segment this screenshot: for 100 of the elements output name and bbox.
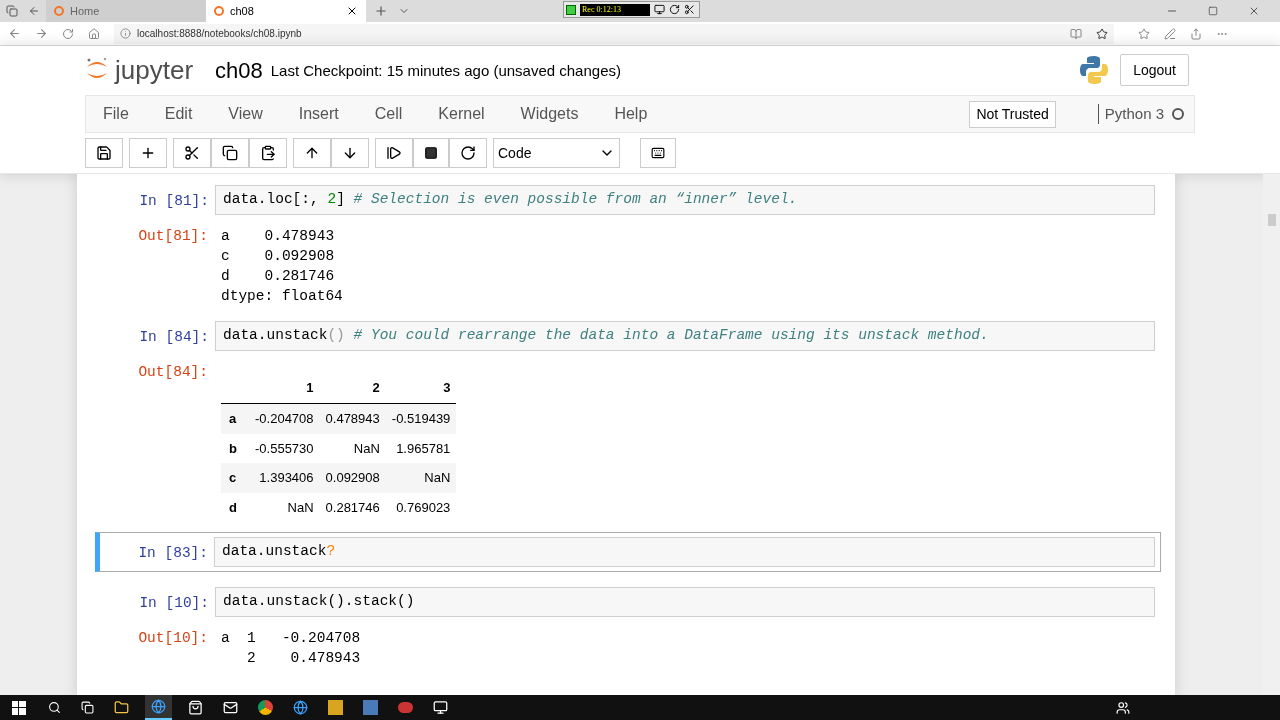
menu-item[interactable]: Help: [602, 102, 660, 126]
back-icon[interactable]: [8, 27, 21, 40]
rotate-icon[interactable]: [669, 4, 680, 15]
command-palette-button[interactable]: [640, 138, 676, 168]
table-cell: NaN: [319, 433, 386, 463]
output-line: c 0.092908: [221, 246, 336, 266]
stop-button[interactable]: [413, 138, 449, 168]
output-line: a 0.478943: [221, 226, 336, 246]
python-logo-icon: [1078, 54, 1111, 86]
output-line: dtype: float64: [221, 286, 343, 306]
people-icon[interactable]: [1116, 700, 1130, 715]
folder-icon[interactable]: [114, 700, 129, 715]
jupyter-logo[interactable]: jupyter: [85, 55, 194, 85]
copy-button[interactable]: [211, 138, 249, 168]
checkpoint-status: Last Checkpoint: 15 minutes ago (unsaved changes): [270, 61, 621, 82]
jupyter-tab-icon: [214, 6, 224, 16]
forward-icon[interactable]: [35, 27, 48, 40]
trust-indicator[interactable]: Not Trusted: [969, 100, 1056, 128]
run-button[interactable]: [375, 138, 413, 168]
clipboard-icon: [260, 145, 276, 161]
output-line: 2 0.478943: [246, 648, 361, 668]
row-index: b: [221, 433, 249, 463]
row-index: c: [221, 463, 249, 493]
column-header: 1: [249, 371, 320, 404]
menu-item[interactable]: View: [216, 102, 275, 126]
menu-item[interactable]: Kernel: [426, 102, 497, 126]
cell-type-select[interactable]: Code: [493, 138, 620, 168]
url-field[interactable]: localhost:8888/notebooks/ch08.ipynb: [114, 23, 1114, 44]
new-tab-icon[interactable]: [374, 4, 388, 18]
browser-tab[interactable]: Home: [46, 0, 206, 22]
screen-icon[interactable]: [654, 4, 665, 15]
output-line: d 0.281746: [221, 266, 336, 286]
code-input[interactable]: data.unstack?: [214, 537, 1155, 567]
close-icon[interactable]: [346, 5, 358, 17]
browser-tab[interactable]: ch08: [206, 0, 366, 22]
search-icon[interactable]: [48, 701, 61, 714]
restart-button[interactable]: [449, 138, 487, 168]
mail-icon[interactable]: [223, 700, 238, 715]
table-cell: 0.769023: [385, 492, 457, 522]
code-input[interactable]: data.unstack() # You could rearrange the data into a DataFrame using its unstack method.: [215, 320, 1155, 351]
chrome-app-icon[interactable]: [258, 700, 273, 715]
input-prompt: In [10]:: [138, 593, 210, 613]
home-icon[interactable]: [88, 27, 100, 40]
favorites-icon[interactable]: [1138, 27, 1150, 40]
table-cell: 1.393406: [249, 463, 320, 493]
output-prompt: Out[81]:: [137, 226, 209, 246]
notebook-cell[interactable]: In [83]: data.unstack?: [95, 532, 1161, 572]
pen-icon[interactable]: [1164, 27, 1176, 40]
recording-time: Rec 0:12:13: [580, 3, 650, 16]
restart-icon: [460, 145, 476, 161]
task-view-icon[interactable]: [81, 701, 94, 714]
save-icon: [96, 145, 112, 161]
refresh-icon[interactable]: [62, 27, 74, 40]
store-icon[interactable]: [188, 700, 203, 715]
windows-start-icon[interactable]: [12, 700, 26, 715]
menu-item[interactable]: File: [91, 102, 141, 126]
menu-item[interactable]: Insert: [286, 102, 351, 126]
app-icon[interactable]: [398, 702, 413, 713]
input-prompt: In [84]:: [138, 327, 210, 347]
back-tabs-icon[interactable]: [28, 5, 40, 17]
keyboard-icon: [651, 145, 665, 161]
favorite-star-icon[interactable]: [1096, 27, 1108, 40]
menu-item[interactable]: Edit: [152, 102, 205, 126]
scissors-icon: [184, 145, 200, 161]
reading-view-icon[interactable]: [1070, 27, 1082, 40]
scissors-icon[interactable]: [684, 4, 695, 15]
output-prompt: Out[84]:: [137, 362, 209, 382]
menu-item[interactable]: Widgets: [508, 102, 591, 126]
code-input[interactable]: data.unstack().stack(): [215, 586, 1155, 617]
table-cell: NaN: [249, 492, 320, 522]
plus-icon: [140, 145, 156, 161]
table-cell: 0.092908: [319, 463, 386, 493]
notebook-name[interactable]: ch08: [215, 53, 263, 87]
browser-app-icon[interactable]: [145, 695, 172, 720]
cut-button[interactable]: [173, 138, 211, 168]
row-index: d: [221, 492, 249, 522]
code-input[interactable]: data.loc[:, 2] # Selection is even possible from an “inner” level.: [215, 185, 1155, 215]
globe-app-icon[interactable]: [293, 700, 308, 715]
insert-cell-button[interactable]: [129, 138, 167, 168]
table-cell: -0.555730: [249, 433, 320, 463]
move-down-button[interactable]: [331, 138, 369, 168]
step-forward-icon: [386, 145, 402, 161]
maximize-icon[interactable]: [1208, 6, 1218, 16]
input-prompt: In [83]:: [137, 544, 209, 563]
row-index: a: [221, 403, 249, 434]
share-icon[interactable]: [1190, 27, 1202, 40]
save-button[interactable]: [85, 138, 123, 168]
table-cell: 0.281746: [319, 492, 386, 522]
copy-icon: [222, 145, 238, 161]
info-icon: [120, 28, 131, 39]
monitor-icon[interactable]: [433, 700, 448, 715]
tab-list-icon[interactable]: [6, 5, 18, 17]
move-up-button[interactable]: [293, 138, 331, 168]
paste-button[interactable]: [249, 138, 287, 168]
column-header: 2: [319, 371, 386, 404]
stop-icon: [424, 146, 438, 160]
logout-button[interactable]: Logout: [1120, 54, 1189, 86]
menu-item[interactable]: Cell: [362, 102, 415, 126]
output-line: a 1 -0.204708: [221, 628, 361, 648]
output-prompt: Out[10]:: [137, 628, 209, 648]
